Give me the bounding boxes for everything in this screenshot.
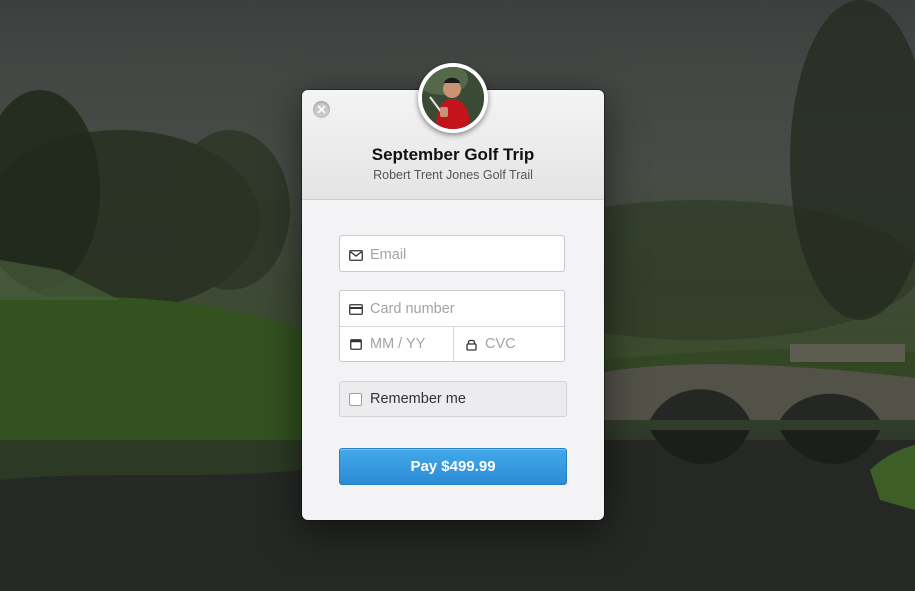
avatar-photo: [422, 67, 484, 129]
avatar: [418, 63, 488, 133]
card-fields: Card number MM / YY CVC: [339, 290, 565, 362]
close-button[interactable]: [313, 101, 330, 118]
envelope-icon: [349, 249, 363, 261]
close-icon: [317, 105, 326, 114]
page-subtitle: Robert Trent Jones Golf Trail: [373, 168, 533, 182]
page-title: September Golf Trip: [371, 145, 535, 164]
expiry-placeholder: MM / YY: [370, 336, 426, 352]
remember-me-checkbox[interactable]: [349, 392, 362, 406]
remember-me-toggle[interactable]: Remember me: [339, 381, 567, 417]
card-divider: [340, 326, 564, 327]
cvc-input[interactable]: CVC: [464, 336, 560, 352]
card-number-placeholder: Card number: [370, 301, 455, 317]
card-number-input[interactable]: Card number: [349, 301, 559, 317]
expiry-cvc-divider: [453, 327, 454, 361]
pay-button[interactable]: Pay $499.99: [339, 448, 567, 485]
email-field[interactable]: Email: [339, 235, 565, 272]
cvc-placeholder: CVC: [485, 336, 516, 352]
email-placeholder: Email: [370, 247, 407, 263]
lock-icon: [464, 338, 478, 351]
calendar-icon: [349, 338, 363, 350]
remember-me-label: Remember me: [370, 391, 466, 407]
modal-header: September Golf Trip Robert Trent Jones G…: [302, 63, 604, 200]
expiry-input[interactable]: MM / YY: [349, 336, 449, 352]
credit-card-icon: [349, 303, 363, 315]
checkout-modal: September Golf Trip Robert Trent Jones G…: [302, 63, 604, 520]
pay-button-label: Pay $499.99: [410, 458, 496, 475]
